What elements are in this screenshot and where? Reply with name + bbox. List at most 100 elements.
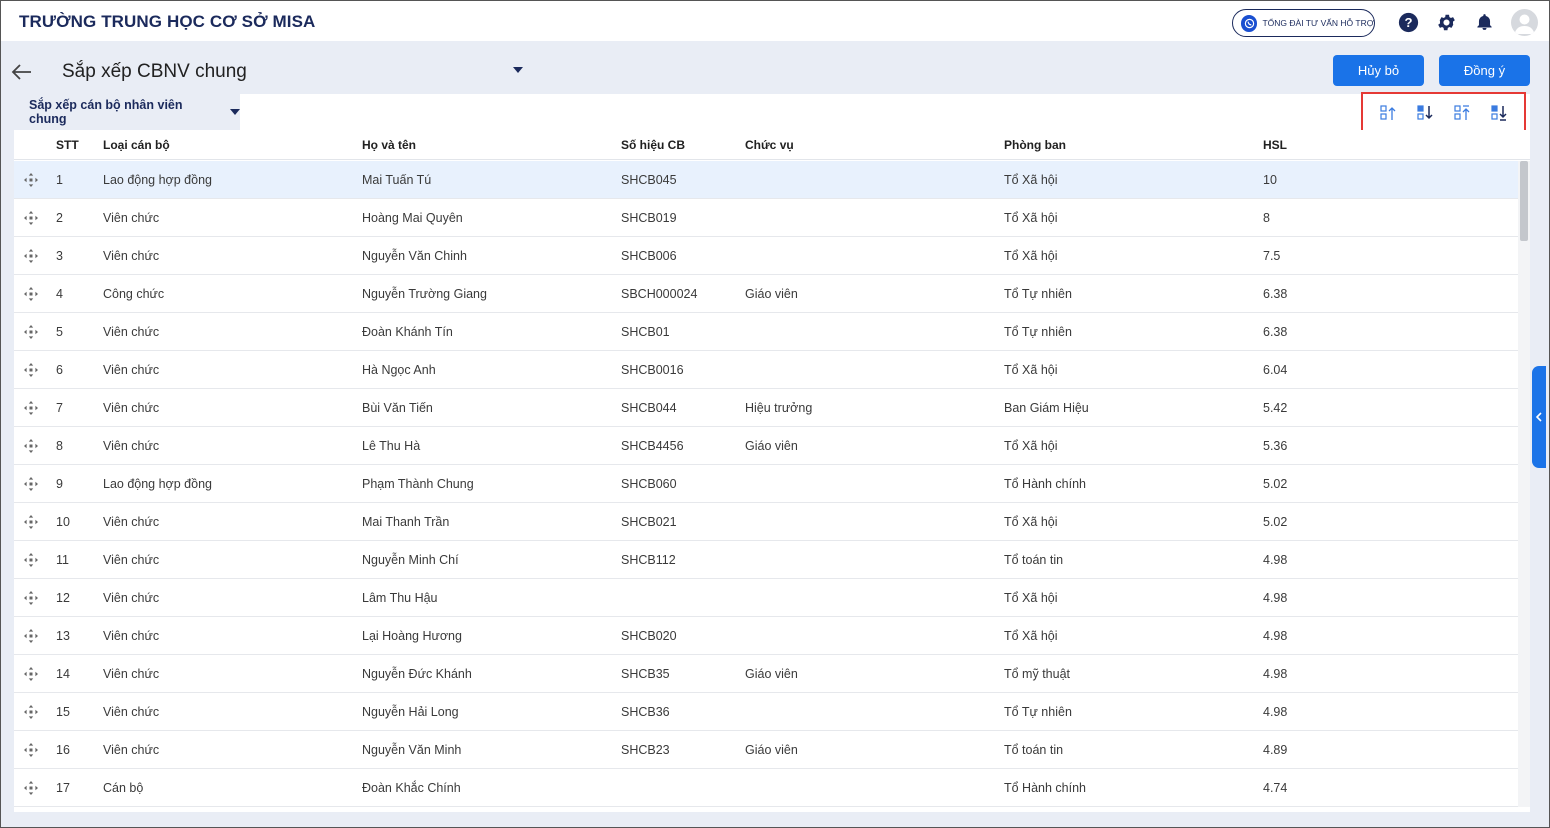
drag-move-icon[interactable] bbox=[23, 503, 43, 540]
drag-move-icon[interactable] bbox=[23, 237, 43, 274]
drag-move-icon[interactable] bbox=[23, 389, 43, 426]
table-row[interactable]: 6 Viên chức Hà Ngọc Anh SHCB0016 Tổ Xã hội 6.… bbox=[14, 351, 1518, 389]
side-panel-toggle[interactable] bbox=[1532, 366, 1546, 468]
cell-staff-type: Viên chức bbox=[103, 438, 160, 453]
table-row[interactable]: 9 Lao động hợp đồng Phạm Thành Chung SHCB06… bbox=[14, 465, 1518, 503]
table-row[interactable]: 13 Viên chức Lại Hoàng Hương SHCB020 Tổ Xã h… bbox=[14, 617, 1518, 655]
scrollbar-thumb[interactable] bbox=[1520, 161, 1528, 241]
table-row[interactable]: 5 Viên chức Đoàn Khánh Tín SHCB01 Tổ Tự nhiê… bbox=[14, 313, 1518, 351]
gear-icon[interactable] bbox=[1435, 11, 1457, 33]
drag-move-icon[interactable] bbox=[23, 199, 43, 236]
table-row[interactable]: 2 Viên chức Hoàng Mai Quyên SHCB019 Tổ Xã hộ… bbox=[14, 199, 1518, 237]
col-header-salary-coef[interactable]: HSL bbox=[1263, 130, 1287, 159]
cell-staff-code: SHCB4456 bbox=[621, 438, 684, 453]
cell-department: Tổ toán tin bbox=[1004, 552, 1064, 567]
cell-staff-type: Công chức bbox=[103, 286, 165, 301]
table-body: 1 Lao động hợp đồng Mai Tuấn Tú SHCB045 Tổ X… bbox=[14, 161, 1518, 807]
table-row[interactable]: 7 Viên chức Bùi Văn Tiến SHCB044 Hiệu trưởng… bbox=[14, 389, 1518, 427]
cell-staff-type: Lao động hợp đồng bbox=[103, 172, 212, 187]
cell-stt: 12 bbox=[56, 590, 70, 605]
cell-staff-code: SHCB01 bbox=[621, 324, 670, 339]
tab-sort-general-staff[interactable]: Sắp xếp cán bộ nhân viên chung bbox=[14, 94, 240, 130]
drag-move-icon[interactable] bbox=[23, 541, 43, 578]
drag-move-icon[interactable] bbox=[23, 313, 43, 350]
chevron-left-icon bbox=[1535, 412, 1542, 422]
bell-icon[interactable] bbox=[1473, 11, 1495, 33]
cell-staff-code: SHCB112 bbox=[621, 552, 676, 567]
table-row[interactable]: 11 Viên chức Nguyễn Minh Chí SHCB112 Tổ toán… bbox=[14, 541, 1518, 579]
col-header-staff-type[interactable]: Loại cán bộ bbox=[103, 130, 170, 159]
col-header-position[interactable]: Chức vụ bbox=[745, 130, 794, 159]
cell-department: Tổ Xã hội bbox=[1004, 248, 1058, 263]
table-row[interactable]: 3 Viên chức Nguyễn Văn Chinh SHCB006 Tổ Xã h… bbox=[14, 237, 1518, 275]
cell-staff-type: Viên chức bbox=[103, 552, 160, 567]
drag-move-icon[interactable] bbox=[23, 731, 43, 768]
col-header-department[interactable]: Phòng ban bbox=[1004, 130, 1066, 159]
cell-staff-code: SHCB35 bbox=[621, 666, 670, 681]
cell-staff-code: SHCB021 bbox=[621, 514, 677, 529]
cell-staff-type: Viên chức bbox=[103, 210, 160, 225]
col-header-stt[interactable]: STT bbox=[56, 130, 79, 159]
table-row[interactable]: 16 Viên chức Nguyễn Văn Minh SHCB23 Giáo viê… bbox=[14, 731, 1518, 769]
cell-salary-coef: 4.89 bbox=[1263, 742, 1288, 757]
chevron-down-icon[interactable] bbox=[511, 62, 525, 73]
back-arrow-icon[interactable] bbox=[10, 60, 34, 84]
move-up-icon[interactable] bbox=[1378, 103, 1398, 123]
drag-move-icon[interactable] bbox=[23, 351, 43, 388]
support-label: TỔNG ĐÀI TƯ VẤN HỖ TRỢ bbox=[1262, 18, 1374, 28]
cell-full-name: Đoàn Khắc Chính bbox=[362, 780, 461, 795]
table-row[interactable]: 4 Công chức Nguyễn Trường Giang SBCH000024 G… bbox=[14, 275, 1518, 313]
table-row[interactable]: 15 Viên chức Nguyễn Hải Long SHCB36 Tổ Tự nh… bbox=[14, 693, 1518, 731]
cell-stt: 9 bbox=[56, 476, 63, 491]
drag-move-icon[interactable] bbox=[23, 275, 43, 312]
cell-stt: 7 bbox=[56, 400, 63, 415]
table-row[interactable]: 12 Viên chức Lâm Thu Hậu Tổ Xã hội 4.98 bbox=[14, 579, 1518, 617]
cell-department: Ban Giám Hiệu bbox=[1004, 400, 1089, 415]
table-row[interactable]: 14 Viên chức Nguyễn Đức Khánh SHCB35 Giáo vi… bbox=[14, 655, 1518, 693]
cell-salary-coef: 5.36 bbox=[1263, 438, 1288, 453]
cell-position: Giáo viên bbox=[745, 286, 798, 301]
cell-salary-coef: 4.98 bbox=[1263, 628, 1288, 643]
col-header-staff-code[interactable]: Số hiệu CB bbox=[621, 130, 685, 159]
table-row[interactable]: 1 Lao động hợp đồng Mai Tuấn Tú SHCB045 Tổ X… bbox=[14, 161, 1518, 199]
cell-staff-type: Lao động hợp đồng bbox=[103, 476, 212, 491]
table-row[interactable]: 17 Cán bộ Đoàn Khắc Chính Tổ Hành chính 4.74 bbox=[14, 769, 1518, 807]
table-row[interactable]: 8 Viên chức Lê Thu Hà SHCB4456 Giáo viên Tổ X… bbox=[14, 427, 1518, 465]
cell-department: Tổ Xã hội bbox=[1004, 514, 1058, 529]
vertical-scrollbar[interactable] bbox=[1518, 161, 1530, 807]
cell-department: Tổ Xã hội bbox=[1004, 590, 1058, 605]
drag-move-icon[interactable] bbox=[23, 617, 43, 654]
cell-full-name: Lại Hoàng Hương bbox=[362, 628, 462, 643]
cell-full-name: Phạm Thành Chung bbox=[362, 476, 474, 491]
cell-staff-code: SBCH000024 bbox=[621, 286, 698, 301]
table-row[interactable]: 10 Viên chức Mai Thanh Trần SHCB021 Tổ Xã hộ… bbox=[14, 503, 1518, 541]
drag-move-icon[interactable] bbox=[23, 769, 43, 806]
cell-staff-type: Viên chức bbox=[103, 362, 160, 377]
move-top-icon[interactable] bbox=[1452, 103, 1472, 123]
drag-move-icon[interactable] bbox=[23, 427, 43, 464]
cell-department: Tổ Xã hội bbox=[1004, 628, 1058, 643]
support-hotline-button[interactable]: TỔNG ĐÀI TƯ VẤN HỖ TRỢ bbox=[1232, 9, 1375, 37]
user-avatar[interactable] bbox=[1511, 9, 1538, 36]
drag-move-icon[interactable] bbox=[23, 161, 43, 198]
drag-move-icon[interactable] bbox=[23, 465, 43, 502]
cell-stt: 17 bbox=[56, 780, 70, 795]
cell-staff-type: Viên chức bbox=[103, 704, 160, 719]
col-header-full-name[interactable]: Họ và tên bbox=[362, 130, 416, 159]
drag-move-icon[interactable] bbox=[23, 655, 43, 692]
cell-salary-coef: 5.02 bbox=[1263, 476, 1288, 491]
cancel-button[interactable]: Hủy bỏ bbox=[1333, 55, 1424, 86]
cell-staff-code: SHCB044 bbox=[621, 400, 677, 415]
cell-salary-coef: 4.98 bbox=[1263, 590, 1288, 605]
confirm-button[interactable]: Đồng ý bbox=[1439, 55, 1530, 86]
cell-staff-code: SHCB36 bbox=[621, 704, 670, 719]
cell-stt: 2 bbox=[56, 210, 63, 225]
move-bottom-icon[interactable] bbox=[1489, 103, 1509, 123]
cell-staff-code: SHCB060 bbox=[621, 476, 677, 491]
cell-position: Giáo viên bbox=[745, 438, 798, 453]
drag-move-icon[interactable] bbox=[23, 579, 43, 616]
move-down-icon[interactable] bbox=[1415, 103, 1435, 123]
cell-full-name: Nguyễn Hải Long bbox=[362, 704, 459, 719]
drag-move-icon[interactable] bbox=[23, 693, 43, 730]
help-icon[interactable]: ? bbox=[1397, 11, 1419, 33]
